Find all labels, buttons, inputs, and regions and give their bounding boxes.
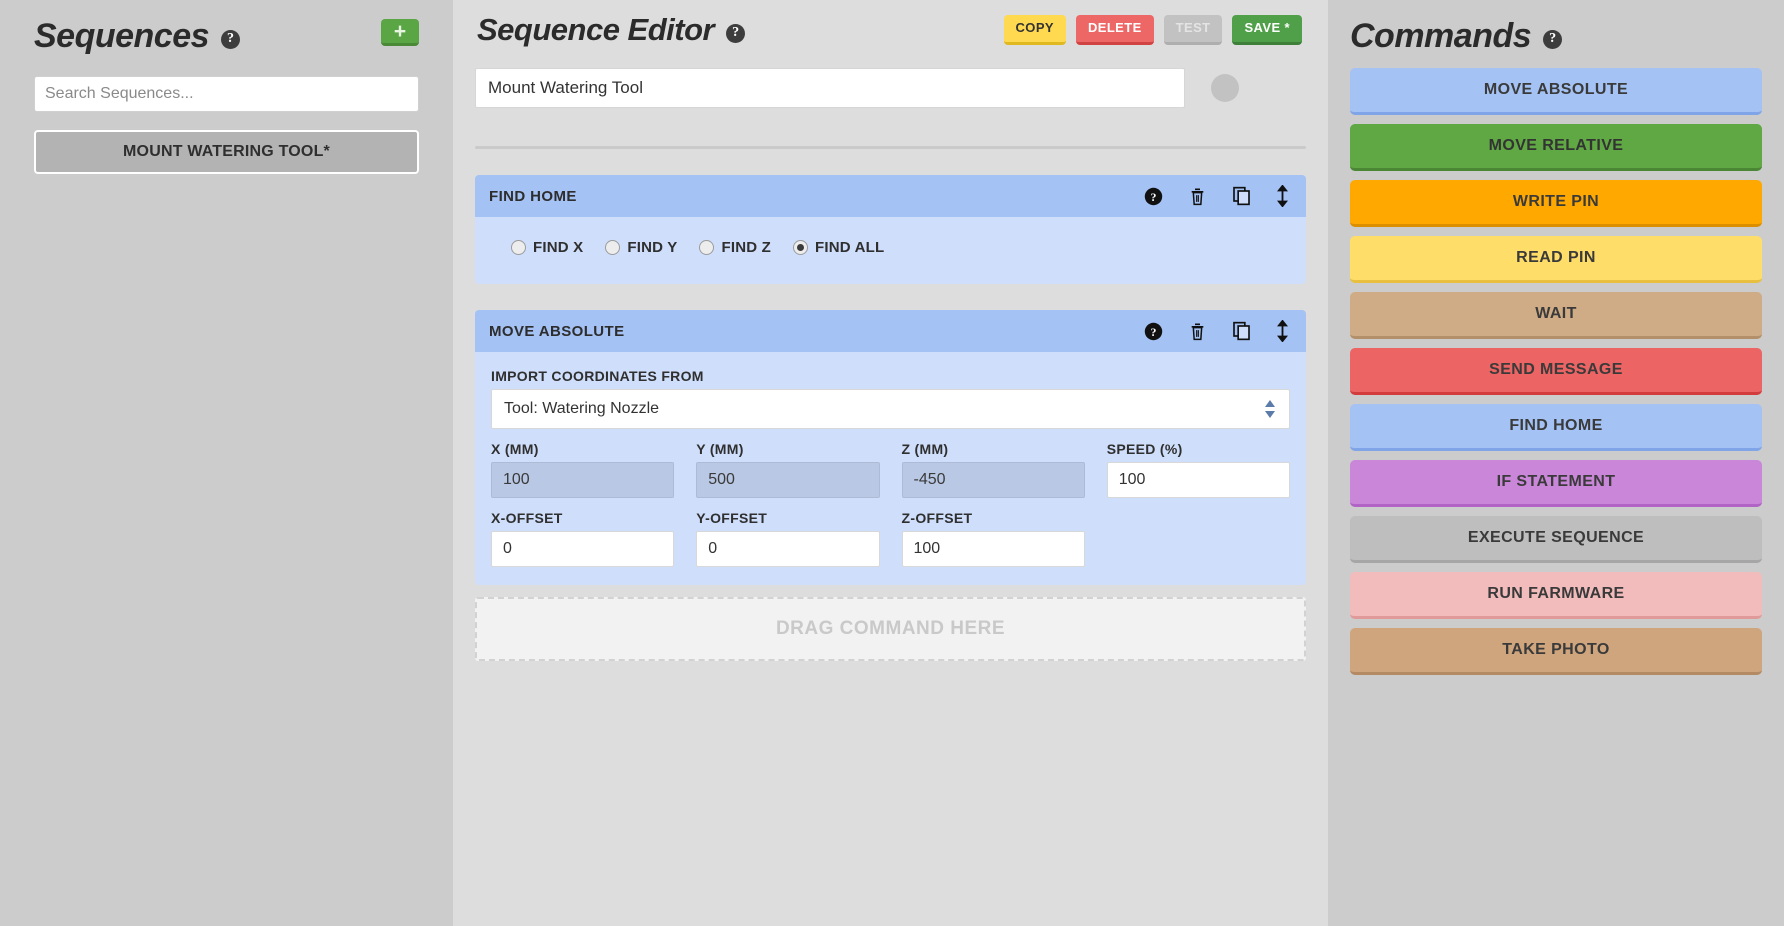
field-label-z: Z (MM)	[902, 441, 1085, 457]
field-x-offset: X-OFFSET	[491, 510, 674, 567]
commands-title: Commands	[1350, 19, 1531, 53]
import-coordinates-label: IMPORT COORDINATES FROM	[491, 368, 1290, 384]
header-divider	[475, 146, 1306, 149]
command-block-move-absolute: MOVE ABSOLUTE ? IMPOR	[475, 310, 1306, 585]
command-block-header[interactable]: FIND HOME ?	[475, 175, 1306, 217]
command-button-find-home[interactable]: FIND HOME	[1350, 404, 1762, 451]
command-button-move-absolute[interactable]: MOVE ABSOLUTE	[1350, 68, 1762, 115]
speed-input[interactable]	[1107, 462, 1290, 498]
help-circle-icon[interactable]: ?	[1144, 187, 1163, 206]
test-button[interactable]: TEST	[1164, 15, 1223, 44]
app-root: Sequences ? + MOUNT WATERING TOOL* Seque…	[0, 0, 1784, 926]
import-coordinates-value[interactable]: Tool: Watering Nozzle	[491, 389, 1290, 429]
radio-find-x[interactable]: FIND X	[511, 239, 583, 256]
help-circle-icon[interactable]: ?	[1543, 30, 1562, 49]
sequence-name-row	[475, 68, 1306, 108]
drag-command-dropzone[interactable]: DRAG COMMAND HERE	[475, 597, 1306, 661]
trash-icon[interactable]	[1189, 321, 1206, 341]
x-offset-input[interactable]	[491, 531, 674, 567]
command-block-find-home: FIND HOME ?	[475, 175, 1306, 284]
field-label-y: Y (MM)	[696, 441, 879, 457]
help-circle-icon[interactable]: ?	[1144, 322, 1163, 341]
radio-indicator	[511, 240, 526, 255]
command-block-header[interactable]: MOVE ABSOLUTE ?	[475, 310, 1306, 352]
svg-text:?: ?	[1151, 189, 1157, 203]
field-label-z-offset: Z-OFFSET	[902, 510, 1085, 526]
save-button[interactable]: SAVE *	[1232, 15, 1302, 44]
sequence-name-input[interactable]	[475, 68, 1185, 108]
delete-button[interactable]: DELETE	[1076, 15, 1154, 44]
radio-label: FIND X	[533, 239, 583, 256]
sequence-list-item[interactable]: MOUNT WATERING TOOL*	[34, 130, 419, 174]
command-button-write-pin[interactable]: WRITE PIN	[1350, 180, 1762, 227]
sequences-panel: Sequences ? + MOUNT WATERING TOOL*	[0, 0, 453, 926]
svg-text:?: ?	[1151, 324, 1157, 338]
radio-indicator	[793, 240, 808, 255]
drag-handle-icon[interactable]	[1277, 185, 1288, 207]
command-block-icons: ?	[1144, 320, 1288, 342]
z-input[interactable]	[902, 462, 1085, 498]
field-label-x-offset: X-OFFSET	[491, 510, 674, 526]
radio-find-z[interactable]: FIND Z	[699, 239, 771, 256]
sequences-header: Sequences ?	[34, 14, 419, 58]
command-button-if-statement[interactable]: IF STATEMENT	[1350, 460, 1762, 507]
field-z-offset: Z-OFFSET	[902, 510, 1085, 567]
commands-panel: Commands ? MOVE ABSOLUTE MOVE RELATIVE WRI…	[1328, 0, 1784, 926]
field-x: X (MM)	[491, 441, 674, 498]
command-button-list: MOVE ABSOLUTE MOVE RELATIVE WRITE PIN READ …	[1350, 68, 1762, 675]
offset-fields-row: X-OFFSET Y-OFFSET Z-OFFSET	[491, 510, 1290, 567]
command-block-title: FIND HOME	[489, 188, 577, 205]
command-button-move-relative[interactable]: MOVE RELATIVE	[1350, 124, 1762, 171]
copy-button[interactable]: COPY	[1004, 15, 1066, 44]
editor-header: Sequence Editor ? COPY DELETE TEST SAVE …	[475, 0, 1306, 60]
command-block-title: MOVE ABSOLUTE	[489, 323, 624, 340]
command-button-wait[interactable]: WAIT	[1350, 292, 1762, 339]
command-block-icons: ?	[1144, 185, 1288, 207]
import-coordinates-select[interactable]: Tool: Watering Nozzle	[491, 389, 1290, 429]
radio-find-y[interactable]: FIND Y	[605, 239, 677, 256]
command-button-run-farmware[interactable]: RUN FARMWARE	[1350, 572, 1762, 619]
radio-find-all[interactable]: FIND ALL	[793, 239, 884, 256]
radio-label: FIND Y	[627, 239, 677, 256]
command-button-read-pin[interactable]: READ PIN	[1350, 236, 1762, 283]
trash-icon[interactable]	[1189, 186, 1206, 206]
help-circle-icon[interactable]: ?	[221, 30, 240, 49]
command-block-body: FIND X FIND Y FIND Z FIND ALL	[475, 217, 1306, 284]
field-label-y-offset: Y-OFFSET	[696, 510, 879, 526]
radio-indicator	[605, 240, 620, 255]
sequence-color-picker[interactable]	[1211, 74, 1239, 102]
drag-handle-icon[interactable]	[1277, 320, 1288, 342]
copy-icon[interactable]	[1232, 186, 1251, 206]
commands-header: Commands ?	[1350, 14, 1762, 58]
find-home-axis-radios: FIND X FIND Y FIND Z FIND ALL	[491, 233, 1290, 266]
field-y-offset: Y-OFFSET	[696, 510, 879, 567]
command-block-body: IMPORT COORDINATES FROM Tool: Watering N…	[475, 352, 1306, 585]
coordinate-fields-row: X (MM) Y (MM) Z (MM) SPEED (%)	[491, 441, 1290, 498]
command-button-take-photo[interactable]: TAKE PHOTO	[1350, 628, 1762, 675]
radio-label: FIND Z	[721, 239, 771, 256]
y-offset-input[interactable]	[696, 531, 879, 567]
field-label-x: X (MM)	[491, 441, 674, 457]
radio-indicator	[699, 240, 714, 255]
search-input[interactable]	[34, 76, 419, 112]
sequence-editor-panel: Sequence Editor ? COPY DELETE TEST SAVE …	[453, 0, 1328, 926]
command-button-send-message[interactable]: SEND MESSAGE	[1350, 348, 1762, 395]
editor-action-buttons: COPY DELETE TEST SAVE *	[1004, 15, 1306, 44]
x-input[interactable]	[491, 462, 674, 498]
radio-label: FIND ALL	[815, 239, 884, 256]
copy-icon[interactable]	[1232, 321, 1251, 341]
field-label-speed: SPEED (%)	[1107, 441, 1290, 457]
command-button-execute-sequence[interactable]: EXECUTE SEQUENCE	[1350, 516, 1762, 563]
add-sequence-button[interactable]: +	[381, 19, 419, 46]
chevron-updown-icon	[1264, 400, 1276, 418]
z-offset-input[interactable]	[902, 531, 1085, 567]
editor-title: Sequence Editor	[477, 12, 714, 48]
field-y: Y (MM)	[696, 441, 879, 498]
page-title: Sequences	[34, 19, 209, 53]
field-speed: SPEED (%)	[1107, 441, 1290, 498]
y-input[interactable]	[696, 462, 879, 498]
field-spacer	[1107, 510, 1290, 567]
field-z: Z (MM)	[902, 441, 1085, 498]
help-circle-icon[interactable]: ?	[726, 24, 745, 43]
